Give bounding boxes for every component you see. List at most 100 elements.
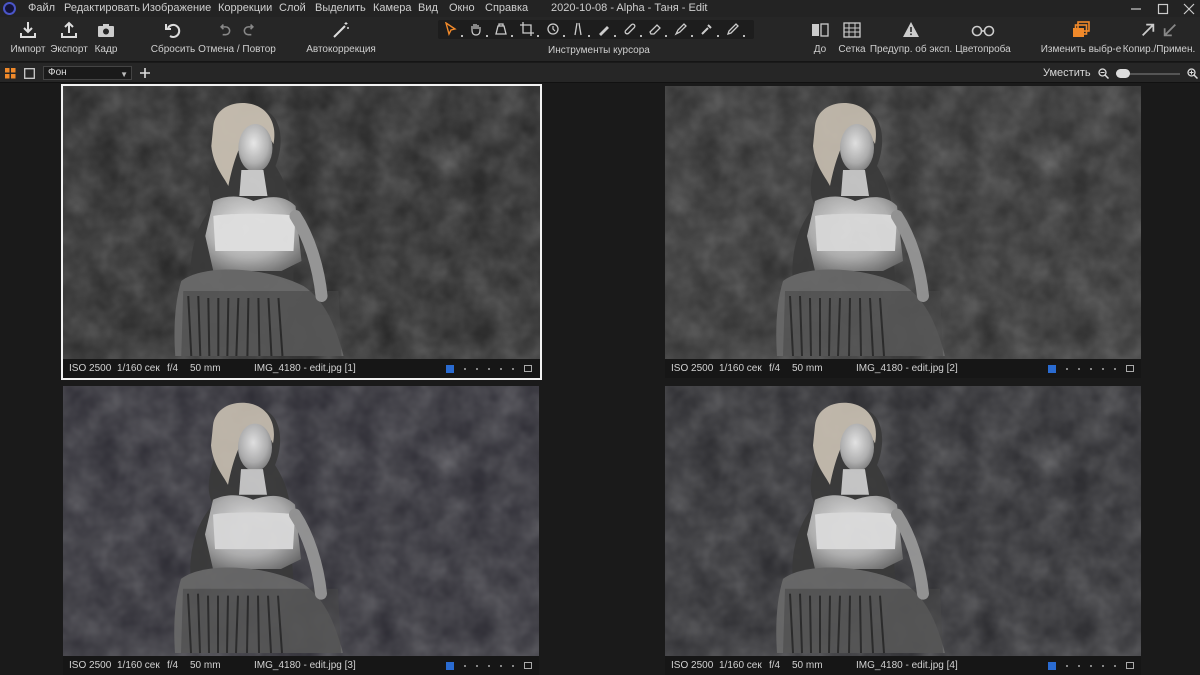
auto-adjust-button[interactable]: Автокоррекция: [306, 21, 376, 59]
variant-2[interactable]: ISO 2500 1/160 сек f/4 50 mm IMG_4180 - …: [665, 86, 1141, 378]
aperture-value: f/4: [769, 660, 781, 671]
rating-dot-4[interactable]: [1102, 368, 1104, 370]
maximize-icon[interactable]: [1157, 3, 1169, 15]
color-tag-icon[interactable]: [446, 365, 454, 373]
variant-1[interactable]: ISO 2500 1/160 сек f/4 50 mm IMG_4180 - …: [61, 84, 542, 380]
rating-dot-4[interactable]: [500, 665, 502, 667]
pen-icon: [674, 23, 687, 36]
minimize-icon[interactable]: [1130, 3, 1142, 15]
menu-view[interactable]: Вид: [418, 2, 438, 14]
filename: IMG_4180 - edit.jpg [4]: [856, 660, 958, 671]
rating-dot-4[interactable]: [1102, 665, 1104, 667]
loupe-tool[interactable]: [494, 22, 514, 38]
menu-adjustments[interactable]: Коррекции: [218, 2, 272, 14]
rating-dot-1[interactable]: [464, 368, 466, 370]
add-layer-icon[interactable]: [139, 67, 151, 79]
rating-dot-5[interactable]: [1114, 665, 1116, 667]
focal-value: 50 mm: [190, 660, 221, 671]
color-tag-icon[interactable]: [446, 662, 454, 670]
rating-dot-1[interactable]: [1066, 665, 1068, 667]
reset-icon: [165, 23, 181, 38]
erase-mask-tool[interactable]: [648, 22, 668, 38]
undo-redo-group: Отмена / Повтор: [198, 21, 276, 59]
rating-dot-2[interactable]: [476, 665, 478, 667]
menu-help[interactable]: Справка: [485, 2, 528, 14]
multi-view-icon[interactable]: [5, 68, 16, 79]
variant-4-info: ISO 2500 1/160 сек f/4 50 mm IMG_4180 - …: [665, 656, 1141, 675]
keystone-tool[interactable]: [571, 22, 591, 38]
iso-value: ISO 2500: [69, 363, 112, 374]
menu-image[interactable]: Изображение: [142, 2, 211, 14]
gradient-mask-tool[interactable]: [674, 22, 694, 38]
color-tag-icon[interactable]: [1048, 365, 1056, 373]
layer-bar: Фон ▼ Уместить: [0, 63, 1200, 83]
edit-badge-icon[interactable]: [1126, 365, 1134, 372]
import-button[interactable]: Импорт: [10, 21, 46, 59]
select-cursor-tool[interactable]: [444, 21, 464, 38]
menu-window[interactable]: Окно: [449, 2, 475, 14]
rating-dot-5[interactable]: [512, 665, 514, 667]
rating-dot-3[interactable]: [1090, 665, 1092, 667]
undo-icon[interactable]: [218, 21, 232, 39]
rating-dot-2[interactable]: [1078, 368, 1080, 370]
frame-button[interactable]: Кадр: [94, 21, 118, 59]
annotate-tool[interactable]: [726, 22, 746, 38]
menu-camera[interactable]: Камера: [373, 2, 411, 14]
edit-badge-icon[interactable]: [524, 662, 532, 669]
rating-dot-5[interactable]: [512, 368, 514, 370]
toolbar: Импорт Экспорт Кадр Сбросить Отмена / По…: [0, 17, 1200, 62]
rating-dot-4[interactable]: [500, 368, 502, 370]
zoom-slider-handle[interactable]: [1116, 69, 1130, 78]
cursor-tools-strip: [438, 20, 754, 39]
menu-file[interactable]: Файл: [28, 2, 55, 14]
shutter-value: 1/160 сек: [719, 660, 762, 671]
rating-dot-1[interactable]: [1066, 368, 1068, 370]
variant-3[interactable]: ISO 2500 1/160 сек f/4 50 mm IMG_4180 - …: [63, 386, 539, 675]
color-picker-button[interactable]: Цветопроба: [955, 21, 1011, 59]
before-button[interactable]: До: [808, 21, 832, 59]
close-icon[interactable]: [1183, 3, 1195, 15]
rating-dot-2[interactable]: [476, 368, 478, 370]
rating-dot-3[interactable]: [488, 665, 490, 667]
bandage-icon: [624, 23, 636, 35]
rating-dot-3[interactable]: [488, 368, 490, 370]
heal-tool[interactable]: [623, 22, 643, 38]
eyedropper-icon: [701, 24, 712, 35]
color-picker-label: Цветопроба: [955, 44, 1011, 55]
portrait-image: [665, 86, 1141, 359]
edit-selection-button[interactable]: Изменить выбр-е: [1041, 21, 1121, 59]
menu-layer[interactable]: Слой: [279, 2, 306, 14]
edit-badge-icon[interactable]: [1126, 662, 1134, 669]
pan-tool[interactable]: [469, 22, 489, 38]
zoom-in-icon[interactable]: [1187, 68, 1198, 79]
color-tag-icon[interactable]: [1048, 662, 1056, 670]
rotate-icon: [547, 23, 559, 35]
menu-select[interactable]: Выделить: [315, 2, 366, 14]
picker-tool[interactable]: [700, 22, 720, 38]
zoom-out-icon[interactable]: [1098, 68, 1109, 79]
crop-tool[interactable]: [520, 22, 540, 38]
rotate-tool[interactable]: [546, 22, 566, 38]
rating-dot-3[interactable]: [1090, 368, 1092, 370]
rating-dot-1[interactable]: [464, 665, 466, 667]
single-view-icon[interactable]: [24, 68, 35, 79]
rating-dot-2[interactable]: [1078, 665, 1080, 667]
variant-viewer: ISO 2500 1/160 сек f/4 50 mm IMG_4180 - …: [0, 84, 1200, 675]
copy-apply-label: Копир./Примен.: [1122, 44, 1196, 55]
grid-button[interactable]: Сетка: [838, 21, 866, 59]
redo-icon[interactable]: [242, 21, 256, 39]
layer-select[interactable]: Фон ▼: [43, 66, 132, 80]
variant-4[interactable]: ISO 2500 1/160 сек f/4 50 mm IMG_4180 - …: [665, 386, 1141, 675]
export-button[interactable]: Экспорт: [50, 21, 88, 59]
reset-button[interactable]: Сбросить: [150, 21, 196, 59]
reset-label: Сбросить: [150, 44, 196, 55]
zoom-fit-label[interactable]: Уместить: [1043, 67, 1091, 79]
draw-mask-tool[interactable]: [597, 22, 617, 38]
menu-edit[interactable]: Редактировать: [64, 2, 140, 14]
copy-apply-button[interactable]: Копир./Примен.: [1123, 21, 1195, 59]
edit-badge-icon[interactable]: [524, 365, 532, 372]
export-icon: [61, 21, 77, 38]
rating-dot-5[interactable]: [1114, 368, 1116, 370]
exposure-warning-button[interactable]: Предупр. об эксп.: [870, 21, 952, 59]
warning-icon: [903, 22, 919, 37]
